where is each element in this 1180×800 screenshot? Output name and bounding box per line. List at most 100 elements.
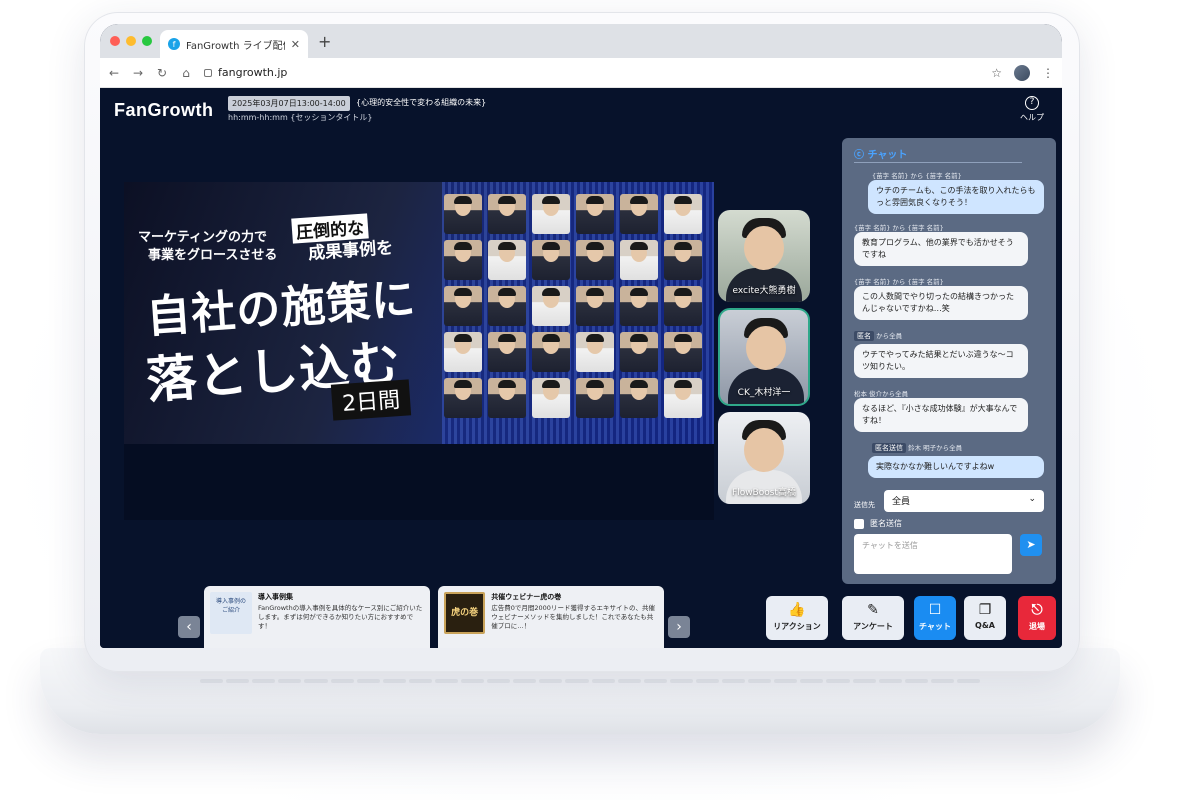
tab-close-icon[interactable]: ✕ (291, 38, 300, 51)
chat-panel: ⓒ チャット {苗字 名前} から {苗字 名前} ウチのチームも、この手法を取… (842, 138, 1056, 584)
banner-tagline-2: 事業をグロースさせる (148, 248, 278, 263)
message-meta: 匿名送信 鈴木 明子から全員 (872, 442, 962, 453)
exit-label: 退場 (1029, 622, 1045, 631)
lock-icon (204, 68, 212, 77)
message-meta: {苗字 名前} から {苗字 名前} (872, 172, 962, 180)
speaker-photo (444, 332, 482, 372)
anonymous-send-toggle[interactable]: 匿名送信 (854, 518, 902, 529)
speaker-tile[interactable]: FlowBoost高橋 (718, 412, 810, 504)
help-label: ヘルプ (1020, 113, 1044, 122)
speaker-photo (576, 194, 614, 234)
card-title: 導入事例集 (257, 593, 293, 601)
speaker-photo (532, 378, 570, 418)
chat-input[interactable]: チャットを送信 (854, 534, 1012, 574)
resource-card[interactable]: 虎の巻 共催ウェビナー虎の巻 広告費0で月間2000リード獲得するエキサイトの、… (438, 586, 664, 648)
browser-tab[interactable]: f FanGrowth ライブ配信... ✕ (160, 30, 308, 58)
window-controls (110, 36, 152, 46)
message-meta: {苗字 名前} から {苗字 名前} (854, 278, 944, 286)
card-text: 共催ウェビナー虎の巻 広告費0で月間2000リード獲得するエキサイトの、共催ウェ… (491, 592, 658, 642)
chat-message: この人数間でやり切ったの結構きつかったんじゃないですかね…笑 (854, 286, 1028, 320)
speaker-photo (576, 332, 614, 372)
url-field[interactable]: fangrowth.jp (204, 66, 979, 79)
stage: f FanGrowth ライブ配信... ✕ + ← → ↻ ⌂ fangrow… (0, 0, 1180, 800)
speaker-photo-grid (444, 194, 702, 418)
qa-button[interactable]: ❐ Q&A (964, 596, 1006, 640)
anonymous-checkbox[interactable] (854, 518, 864, 529)
help-icon: ? (1025, 96, 1039, 110)
card-thumbnail: 導入事例のご紹介 (210, 592, 252, 634)
message-meta: {苗字 名前} から {苗字 名前} (854, 224, 944, 232)
exit-icon: ⎋ (1031, 602, 1043, 618)
home-icon[interactable]: ⌂ (180, 66, 192, 80)
chevron-down-icon: ⌄ (1028, 494, 1036, 504)
main-stream-banner: マーケティングの力で 事業をグロースさせる 圧倒的な 成果事例を 自社の施策に … (124, 182, 714, 444)
profile-avatar[interactable] (1014, 64, 1030, 81)
survey-label: アンケート (853, 622, 893, 631)
speaker-photo (664, 194, 702, 234)
banner-tagline-1: マーケティングの力で (138, 230, 267, 245)
laptop-screen: f FanGrowth ライブ配信... ✕ + ← → ↻ ⌂ fangrow… (100, 24, 1062, 648)
back-icon[interactable]: ← (108, 66, 120, 80)
chat-title: ⓒ チャット (854, 146, 907, 161)
card-text: 導入事例集 FanGrowthの導入事例を具体的なケース別にご紹介いたします。ま… (258, 592, 424, 642)
speaker-photo (444, 194, 482, 234)
speaker-photo (488, 378, 526, 418)
minimize-window-button[interactable] (126, 36, 136, 46)
banner-days-badge: 2日間 (330, 379, 412, 421)
resource-card[interactable]: 導入事例のご紹介 導入事例集 FanGrowthの導入事例を具体的なケース別にご… (204, 586, 430, 648)
browser-tabbar: f FanGrowth ライブ配信... ✕ + (100, 24, 1062, 58)
chat-label: チャット (919, 622, 951, 631)
chat-button[interactable]: ☐ チャット (914, 596, 956, 640)
fangrowth-logo: FanGrowth (114, 100, 214, 120)
card-body: 広告費0で月間2000リード獲得するエキサイトの、共催ウェビナーメソッドを集約し… (491, 604, 655, 630)
speaker-photo (532, 240, 570, 280)
message-meta-text: 鈴木 明子から全員 (908, 444, 963, 452)
send-to-label: 送信先 (854, 501, 875, 509)
exit-button[interactable]: ⎋ 退場 (1018, 596, 1056, 640)
qa-label: Q&A (975, 621, 995, 630)
speaker-photo (532, 332, 570, 372)
fangrowth-favicon-icon: f (168, 38, 180, 50)
speaker-photo (620, 194, 658, 234)
speaker-photo (620, 286, 658, 326)
reload-icon[interactable]: ↻ (156, 66, 168, 80)
speaker-tile[interactable]: excite大熊勇樹 (718, 210, 810, 302)
card-thumbnail: 虎の巻 (444, 592, 486, 634)
help-button[interactable]: ? ヘルプ (1020, 96, 1044, 123)
carousel-prev-button[interactable]: ‹ (178, 616, 200, 638)
thumbs-up-icon: 👍 (788, 602, 806, 618)
forward-icon[interactable]: → (132, 66, 144, 80)
speaker-photo (488, 286, 526, 326)
send-icon: ➤ (1026, 538, 1036, 551)
message-meta: 松本 俊介から全員 (854, 390, 909, 398)
send-to-select[interactable]: 全員 ⌄ (884, 490, 1044, 512)
survey-button[interactable]: ✎ アンケート (842, 596, 904, 640)
qa-icon: ❐ (978, 602, 992, 618)
url-text: fangrowth.jp (218, 66, 288, 79)
session-date-badge: 2025年03月07日13:00-14:00 (228, 96, 350, 111)
bookmark-star-icon[interactable]: ☆ (991, 66, 1002, 80)
speaker-photo (664, 286, 702, 326)
speaker-tile-active[interactable]: CK_木村洋一 (718, 308, 810, 406)
speaker-name: excite大熊勇樹 (732, 286, 796, 296)
speaker-photo (576, 286, 614, 326)
maximize-window-button[interactable] (142, 36, 152, 46)
speaker-photo (620, 240, 658, 280)
card-body: FanGrowthの導入事例を具体的なケース別にご紹介いたします。まずは何ができ… (257, 604, 423, 630)
session-title: {心理的安全性で変わる組織の未来} (356, 98, 487, 107)
carousel-next-button[interactable]: › (668, 616, 690, 638)
close-window-button[interactable] (110, 36, 120, 46)
speaker-photo (488, 240, 526, 280)
message-meta-text: から全員 (876, 332, 903, 340)
speaker-photo (488, 332, 526, 372)
send-button[interactable]: ➤ (1020, 534, 1042, 556)
new-tab-icon[interactable]: + (318, 32, 331, 51)
speaker-photo (444, 286, 482, 326)
menu-kebab-icon[interactable]: ⋮ (1042, 66, 1054, 80)
stream-letterbox (124, 444, 714, 520)
speaker-face (746, 326, 786, 370)
speaker-photo (664, 332, 702, 372)
app-area: FanGrowth 2025年03月07日13:00-14:00 {心理的安全性… (100, 88, 1062, 648)
speaker-photo (488, 194, 526, 234)
reaction-button[interactable]: 👍 リアクション (766, 596, 828, 640)
